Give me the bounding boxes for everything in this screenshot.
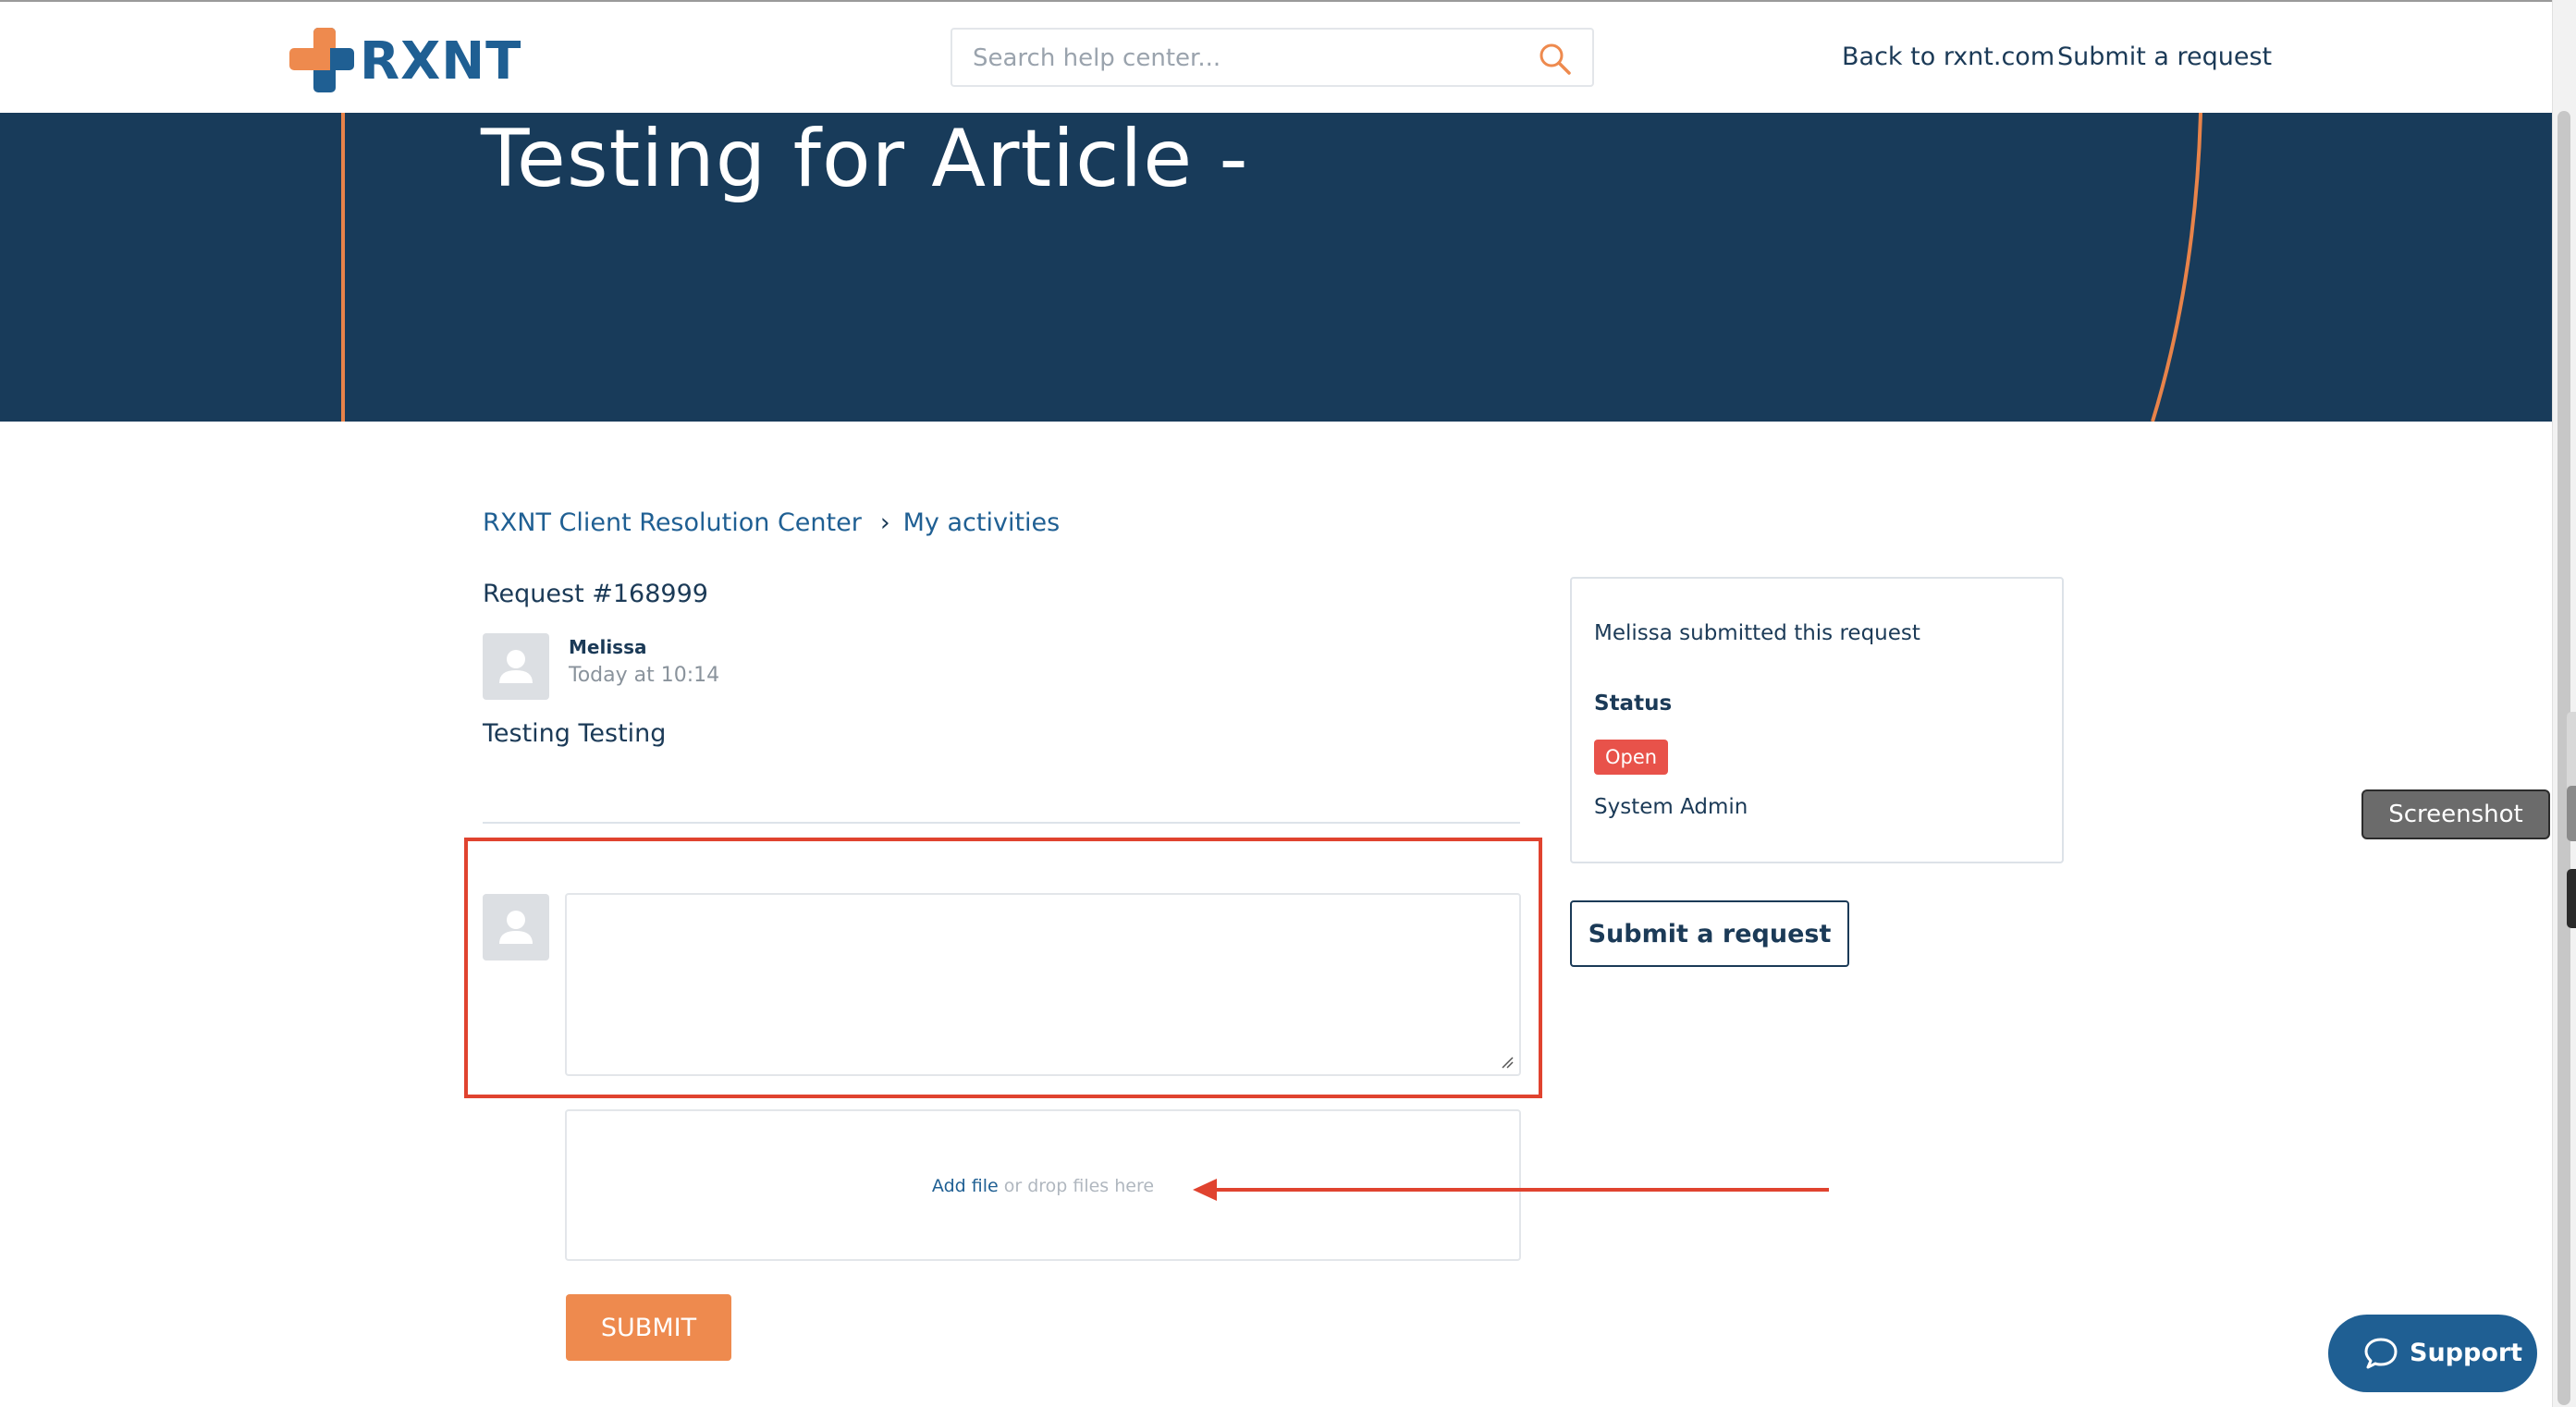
section-divider <box>483 822 1520 824</box>
status-label: Status <box>1594 691 1673 716</box>
breadcrumb-separator: › <box>879 508 890 537</box>
chat-bubble-icon <box>2364 1338 2398 1369</box>
edge-widget-tab[interactable] <box>2567 712 2576 795</box>
drop-files-hint: or drop files here <box>1003 1176 1155 1196</box>
support-label: Support <box>2410 1339 2523 1367</box>
screenshot-tooltip: Screenshot <box>2361 789 2550 839</box>
rxnt-cross-icon <box>289 28 354 92</box>
breadcrumb-my-activities-link[interactable]: My activities <box>903 508 1061 537</box>
annotation-arrow <box>1193 1179 1829 1201</box>
request-timestamp: Today at 10:14 <box>569 664 720 687</box>
search-box[interactable] <box>951 28 1594 87</box>
author-avatar <box>483 633 549 700</box>
header-submit-request-link[interactable]: Submit a request <box>2057 43 2272 71</box>
edge-widget-tab[interactable] <box>2567 786 2576 841</box>
assignee-name: System Admin <box>1594 795 1748 819</box>
edge-widget-tab[interactable] <box>2567 869 2576 928</box>
status-badge: Open <box>1594 740 1669 775</box>
request-body: Testing Testing <box>483 719 667 748</box>
back-to-rxnt-link[interactable]: Back to rxnt.com <box>1842 43 2055 71</box>
reply-avatar <box>483 894 549 960</box>
support-chat-button[interactable]: Support <box>2328 1315 2537 1392</box>
submitted-by-text: Melissa submitted this request <box>1594 621 1920 645</box>
hero-decor-line <box>341 113 345 422</box>
request-title: Request #168999 <box>483 580 708 608</box>
author-name: Melissa <box>569 636 647 658</box>
user-icon <box>499 911 533 944</box>
user-icon <box>499 650 533 683</box>
rxnt-logo[interactable]: RXNT <box>289 28 521 92</box>
search-icon[interactable] <box>1539 43 1572 76</box>
page-title: Testing for Article - <box>481 113 1249 205</box>
hero-banner: Testing for Article - <box>0 113 2552 422</box>
hero-decor-arc <box>2151 113 2202 422</box>
add-file-link[interactable]: Add file <box>932 1176 999 1196</box>
breadcrumb: RXNT Client Resolution Center › My activit… <box>483 508 1065 537</box>
request-details-panel: Melissa submitted this request Status Op… <box>1570 577 2064 863</box>
submit-button[interactable]: SUBMIT <box>566 1294 731 1361</box>
comment-textarea[interactable] <box>565 893 1521 1076</box>
site-header: RXNT Back to rxnt.com Submit a request <box>0 2 2552 113</box>
sidebar-submit-request-button[interactable]: Submit a request <box>1570 900 1849 967</box>
breadcrumb-home-link[interactable]: RXNT Client Resolution Center <box>483 508 862 537</box>
resize-handle-icon[interactable] <box>1501 1056 1514 1069</box>
logo-text: RXNT <box>360 31 522 92</box>
search-input[interactable] <box>971 39 1529 78</box>
